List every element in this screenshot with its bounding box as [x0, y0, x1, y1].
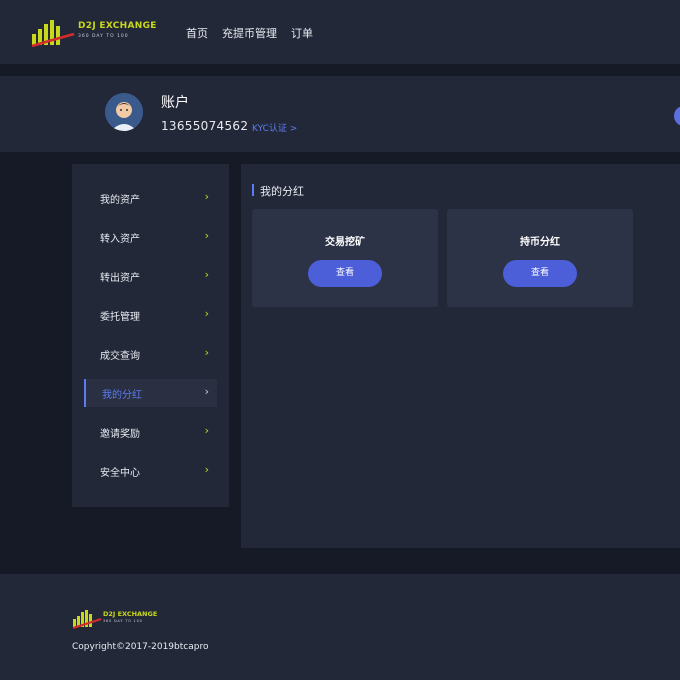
chevron-right-icon: ›	[204, 463, 209, 476]
edge-action-button[interactable]	[674, 106, 680, 126]
logo-bars-icon	[31, 20, 75, 48]
chevron-right-icon: ›	[204, 424, 209, 437]
nav-item-orders[interactable]: 订单	[291, 25, 313, 41]
view-holding-dividends-button[interactable]: 查看	[503, 260, 577, 287]
sidebar-item-label: 转入资产	[100, 234, 140, 245]
card-title: 持币分红	[520, 237, 560, 248]
chevron-right-icon: ›	[204, 307, 209, 320]
page-footer: D2J EXCHANGE 360 DAY TO 100 Copyright©20…	[0, 574, 680, 680]
chevron-right-icon: ›	[204, 268, 209, 281]
sidebar-item-label: 转出资产	[100, 273, 140, 284]
section-title: 我的分红	[260, 185, 304, 198]
sidebar-item-order-management[interactable]: 委托管理 ›	[84, 301, 217, 329]
brand-logo[interactable]: D2J EXCHANGE 360 DAY TO 100	[30, 16, 156, 48]
sidebar-item-label: 委托管理	[100, 312, 140, 323]
chevron-right-icon: ›	[204, 190, 209, 203]
sidebar-item-label: 安全中心	[100, 468, 140, 479]
sidebar-item-label: 我的资产	[100, 195, 140, 206]
nav-item-home[interactable]: 首页	[186, 25, 208, 41]
sidebar-item-withdraw[interactable]: 转出资产 ›	[84, 262, 217, 290]
footer-brand-tagline: 360 DAY TO 100	[103, 619, 143, 623]
profile-band: 账户 13655074562 KYC认证 >	[0, 76, 680, 152]
sidebar-item-label: 我的分红	[102, 390, 142, 401]
chevron-right-icon: ›	[204, 385, 209, 398]
footer-brand-logo[interactable]: D2J EXCHANGE 360 DAY TO 100	[72, 607, 162, 629]
brand-tagline: 360 DAY TO 100	[78, 34, 129, 39]
dividends-panel: 我的分红 交易挖矿 查看 持币分红 查看	[241, 164, 680, 548]
card-title: 交易挖矿	[325, 237, 365, 248]
sidebar-item-invite-rewards[interactable]: 邀请奖励 ›	[84, 418, 217, 446]
nav-item-deposit-withdraw[interactable]: 充提币管理	[222, 25, 277, 41]
sidebar-item-label: 邀请奖励	[100, 429, 140, 440]
sidebar-item-trade-query[interactable]: 成交查询 ›	[84, 340, 217, 368]
card-trade-mining: 交易挖矿 查看	[252, 209, 438, 307]
sidebar-item-my-dividends[interactable]: 我的分红 ›	[84, 379, 217, 407]
copyright-text: Copyright©2017-2019btcapro	[72, 642, 209, 652]
section-accent-bar	[252, 184, 254, 196]
account-title: 账户	[161, 95, 189, 111]
top-header: D2J EXCHANGE 360 DAY TO 100 首页 充提币管理 订单	[0, 0, 680, 64]
chevron-right-icon: ›	[204, 346, 209, 359]
avatar	[105, 93, 143, 131]
sidebar-item-my-assets[interactable]: 我的资产 ›	[84, 184, 217, 212]
sidebar-item-label: 成交查询	[100, 351, 140, 362]
sidebar-item-deposit[interactable]: 转入资产 ›	[84, 223, 217, 251]
view-trade-mining-button[interactable]: 查看	[308, 260, 382, 287]
chevron-right-icon: ›	[204, 229, 209, 242]
account-sidebar: 我的资产 › 转入资产 › 转出资产 › 委托管理 › 成交查询 › 我的分红 …	[72, 164, 229, 507]
footer-brand-name: D2J EXCHANGE	[103, 610, 158, 618]
logo-bars-icon	[72, 610, 102, 629]
sidebar-item-security-center[interactable]: 安全中心 ›	[84, 457, 217, 485]
card-holding-dividends: 持币分红 查看	[447, 209, 633, 307]
brand-name: D2J EXCHANGE	[78, 21, 157, 31]
main-nav: 首页 充提币管理 订单	[186, 25, 313, 41]
account-phone: 13655074562	[161, 119, 249, 133]
user-avatar-icon	[105, 93, 143, 131]
kyc-verify-link[interactable]: KYC认证 >	[252, 121, 297, 134]
